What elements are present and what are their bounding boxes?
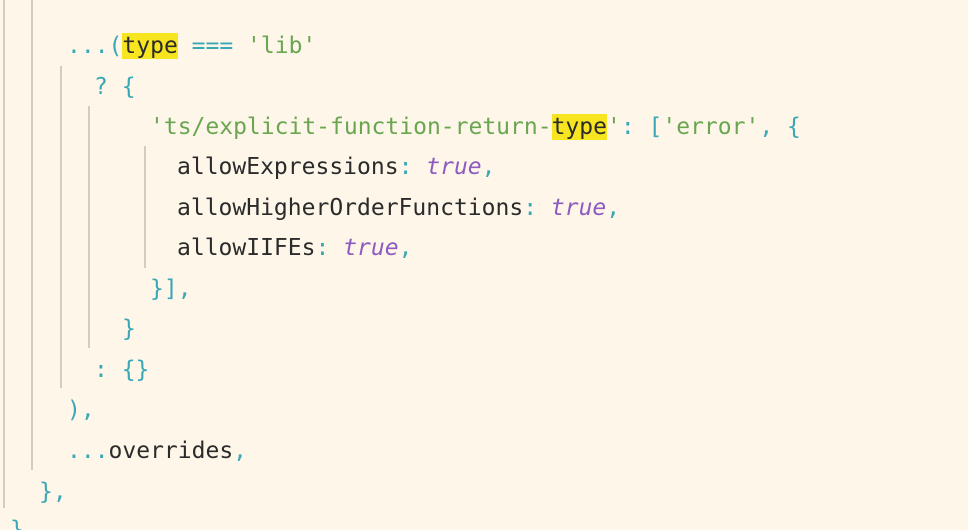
comma: , xyxy=(233,438,248,464)
comma: , xyxy=(606,195,621,221)
spread-operator: ... xyxy=(67,33,109,59)
code-line[interactable]: allowExpressions: true, xyxy=(177,147,496,187)
code-line[interactable]: ...(type === 'lib' xyxy=(67,26,316,66)
string-literal: 'lib' xyxy=(247,33,317,59)
indent-guide xyxy=(3,0,5,508)
identifier: overrides xyxy=(108,438,234,464)
ternary-operator: ? xyxy=(94,74,108,100)
comma: , xyxy=(398,235,413,261)
string-literal: 'ts/explicit-function-return- xyxy=(150,114,552,140)
operator: === xyxy=(177,33,248,59)
code-line[interactable]: ? { xyxy=(94,67,136,107)
boolean-literal: true xyxy=(426,154,482,180)
code-line[interactable]: ...overrides, xyxy=(67,431,247,471)
code-line[interactable]: } xyxy=(10,510,24,530)
property-key: allowHigherOrderFunctions xyxy=(177,195,524,221)
open-bracket: [ xyxy=(648,114,663,140)
code-line[interactable]: allowIIFEs: true, xyxy=(177,228,412,268)
code-editor[interactable]: ...(type === 'lib' ? { 'ts/explicit-func… xyxy=(0,0,968,530)
open-brace: { xyxy=(107,74,136,100)
colon: : xyxy=(620,114,649,140)
code-line[interactable]: } xyxy=(122,309,136,349)
code-line[interactable]: 'ts/explicit-function-return-type': ['er… xyxy=(150,107,801,147)
string-literal: ' xyxy=(606,114,621,140)
string-literal: 'error' xyxy=(662,114,760,140)
spread-operator: ... xyxy=(67,438,109,464)
comma: , xyxy=(481,154,496,180)
indent-guide xyxy=(144,146,146,268)
indent-guide xyxy=(31,0,33,470)
code-line[interactable]: allowHigherOrderFunctions: true, xyxy=(177,188,620,228)
punctuation: , { xyxy=(759,114,801,140)
indent-guide xyxy=(88,106,90,348)
property-key: allowExpressions xyxy=(177,154,399,180)
code-line[interactable]: }, xyxy=(39,472,67,512)
property-key: allowIIFEs xyxy=(177,235,316,261)
boolean-literal: true xyxy=(550,195,607,221)
open-paren: ( xyxy=(108,33,123,59)
colon: : xyxy=(398,154,427,180)
colon: : xyxy=(523,195,551,221)
search-highlight: type xyxy=(122,33,178,59)
indent-guide xyxy=(60,66,62,388)
colon: : xyxy=(315,235,344,261)
search-highlight: type xyxy=(551,114,607,140)
code-line[interactable]: ), xyxy=(67,390,95,430)
code-line[interactable]: }], xyxy=(150,269,192,309)
code-line[interactable]: : {} xyxy=(94,350,149,390)
boolean-literal: true xyxy=(343,235,399,261)
